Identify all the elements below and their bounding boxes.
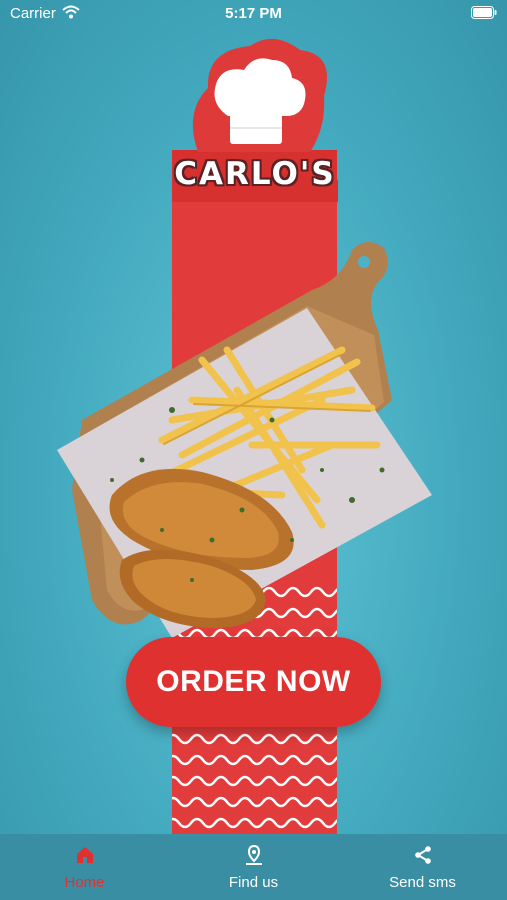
- wave-line: [172, 796, 337, 808]
- status-time: 5:17 PM: [225, 5, 282, 22]
- tab-bar: Home Find us Send sms: [0, 834, 507, 900]
- wave-line: [172, 754, 337, 766]
- status-bar: Carrier 5:17 PM: [0, 0, 507, 28]
- wave-line: [172, 817, 337, 829]
- tab-label: Send sms: [389, 874, 456, 891]
- battery-icon: [471, 6, 497, 19]
- food-image: [57, 241, 432, 638]
- location-pin-icon: [245, 844, 262, 865]
- brand-logo: CARLO'S: [150, 32, 360, 202]
- brand-name: CARLO'S: [174, 156, 336, 192]
- tab-label: Home: [64, 874, 105, 891]
- tab-label: Find us: [228, 874, 279, 891]
- tab-send-sms[interactable]: Send sms: [338, 834, 507, 900]
- order-now-button[interactable]: ORDER NOW: [126, 637, 381, 727]
- home-icon: [76, 847, 93, 863]
- share-icon: [414, 846, 431, 864]
- tab-home[interactable]: Home: [0, 834, 169, 900]
- wave-line: [172, 775, 337, 787]
- tab-find-us[interactable]: Find us: [169, 834, 338, 900]
- wave-line: [172, 733, 337, 745]
